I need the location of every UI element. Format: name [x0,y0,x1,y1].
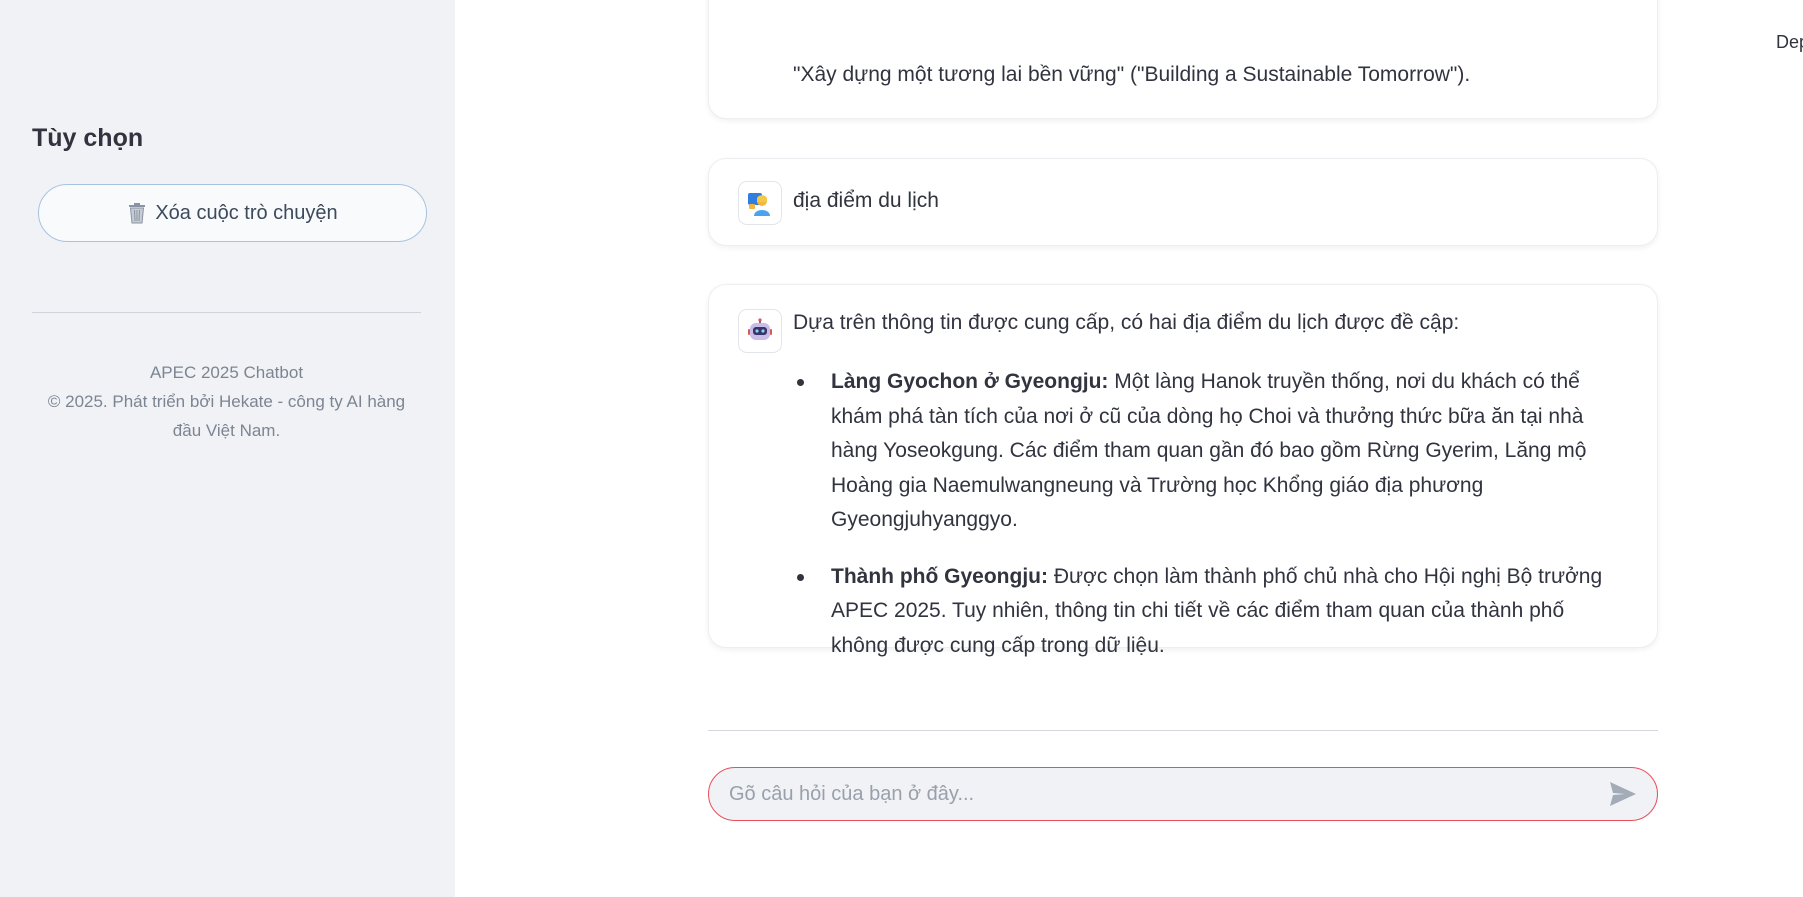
user-message-card: địa điểm du lịch [708,158,1658,246]
robot-avatar-icon [738,309,782,353]
list-item-title: Thành phố Gyeongju: [831,564,1048,588]
chat-area[interactable]: "Xây dựng một tương lai bền vững" ("Buil… [708,0,1658,897]
previous-message-card: "Xây dựng một tương lai bền vững" ("Buil… [708,0,1658,119]
sidebar-title: Tùy chọn [32,124,144,152]
app-root: Tùy chọn Xóa cuộc trò chuyện APEC 2025 C… [0,0,1803,897]
previous-message-tail: "Xây dựng một tương lai bền vững" ("Buil… [793,63,1471,86]
footer-copyright: © 2025. Phát triển bởi Hekate - công ty … [47,392,406,440]
list-item-body: Một làng Hanok truyền thống, nơi du khác… [831,370,1587,531]
send-icon [1610,782,1636,806]
list-item: Thành phố Gyeongju: Được chọn làm thành … [793,560,1623,664]
bot-message-card: Dựa trên thông tin được cung cấp, có hai… [708,284,1658,657]
footer-app-name: APEC 2025 Chatbot [149,363,304,382]
sidebar-footer: APEC 2025 Chatbot © 2025. Phát triển bởi… [32,358,421,445]
bot-intro-text: Dựa trên thông tin được cung cấp, có hai… [793,311,1460,334]
trash-icon [127,202,147,224]
user-avatar-icon [738,181,782,225]
sidebar: Tùy chọn Xóa cuộc trò chuyện APEC 2025 C… [0,0,455,897]
user-message-text: địa điểm du lịch [793,189,939,212]
chat-input[interactable] [729,768,1589,820]
sidebar-divider [32,312,421,313]
chat-input-container [708,767,1658,821]
list-item: Làng Gyochon ở Gyeongju: Một làng Hanok … [793,365,1623,538]
clear-chat-button[interactable]: Xóa cuộc trò chuyện [38,184,427,242]
send-button[interactable] [1609,781,1637,807]
clear-chat-label: Xóa cuộc trò chuyện [155,201,338,224]
input-divider [708,730,1658,731]
list-item-title: Làng Gyochon ở Gyeongju: [831,370,1109,393]
bot-answer-list: Làng Gyochon ở Gyeongju: Một làng Hanok … [793,365,1623,685]
deploy-button[interactable]: Dep [1776,32,1803,53]
